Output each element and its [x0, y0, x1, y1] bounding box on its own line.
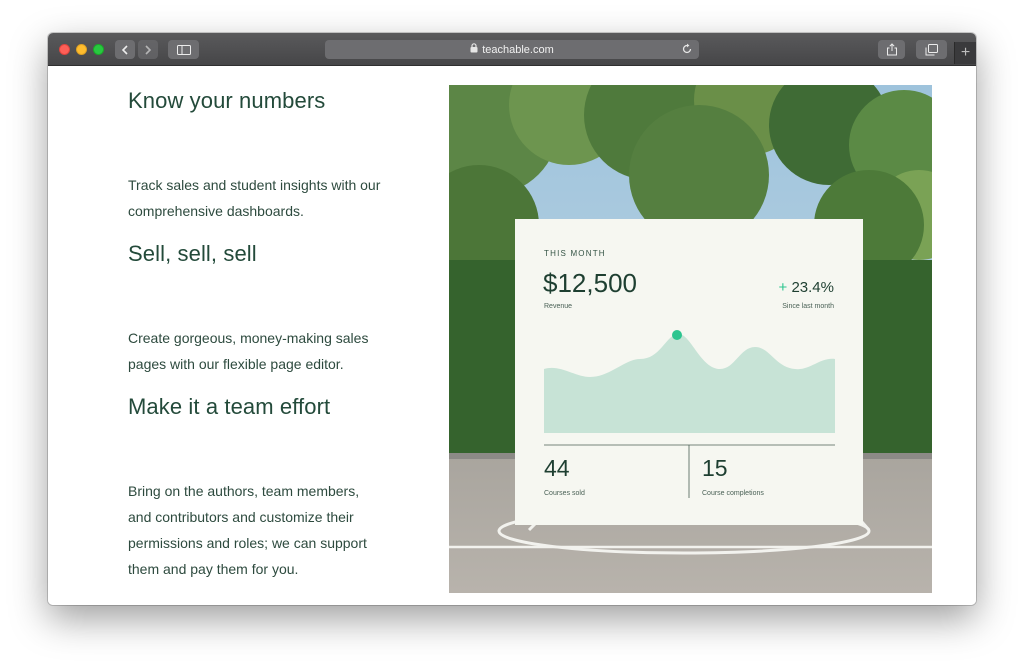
courses-sold-value: 44: [544, 455, 570, 481]
back-button[interactable]: [115, 40, 135, 59]
peak-marker: [672, 330, 682, 340]
zoom-window-button[interactable]: [93, 44, 104, 55]
feature-description-line: and contributors and customize their: [128, 509, 354, 525]
stats-card: THIS MONTH $12,500 Revenue + 23.4% Since…: [515, 219, 863, 525]
courses-sold-label: Courses sold: [544, 490, 585, 497]
tabs-icon: [925, 43, 938, 55]
chevron-right-icon: [145, 44, 152, 55]
address-bar[interactable]: teachable.com: [325, 40, 699, 59]
course-completions-label: Course completions: [702, 490, 764, 497]
page-content: Know your numbers Track sales and studen…: [48, 66, 976, 605]
sidebar-toggle-button[interactable]: [168, 40, 199, 59]
feature-description-line: Create gorgeous, money-making sales: [128, 330, 369, 346]
address-url: teachable.com: [482, 43, 554, 56]
forward-button[interactable]: [138, 40, 158, 59]
share-icon: [886, 43, 897, 56]
feature-title: Make it a team effort: [128, 394, 331, 419]
chevron-left-icon: [121, 44, 128, 55]
feature-description-line: Bring on the authors, team members,: [128, 483, 360, 499]
new-tab-button[interactable]: +: [954, 42, 976, 64]
revenue-area: [544, 333, 835, 433]
feature-title: Know your numbers: [128, 88, 326, 113]
feature-description-line: permissions and roles; we can support: [128, 535, 367, 551]
minimize-window-button[interactable]: [76, 44, 87, 55]
plus-icon: +: [960, 44, 971, 61]
feature-description-line: them and pay them for you.: [128, 561, 299, 577]
feature-title: Sell, sell, sell: [128, 241, 257, 266]
browser-window: teachable.com + Know your numbers Track …: [48, 33, 976, 605]
feature-description: Create gorgeous, money-making sales page…: [128, 325, 428, 377]
feature-description: Track sales and student insights with ou…: [128, 172, 428, 224]
share-button[interactable]: [878, 40, 905, 59]
tab-overview-button[interactable]: [916, 40, 947, 59]
reload-icon[interactable]: [681, 43, 693, 58]
sidebar-icon: [176, 44, 191, 55]
feature-description-line: Track sales and student insights with ou…: [128, 177, 381, 193]
course-completions-value: 15: [702, 455, 728, 481]
browser-toolbar: teachable.com +: [48, 33, 976, 66]
close-window-button[interactable]: [59, 44, 70, 55]
feature-description-line: pages with our flexible page editor.: [128, 356, 344, 372]
lock-icon: [470, 43, 478, 56]
feature-description: Bring on the authors, team members, and …: [128, 478, 428, 582]
feature-description-line: comprehensive dashboards.: [128, 203, 304, 219]
